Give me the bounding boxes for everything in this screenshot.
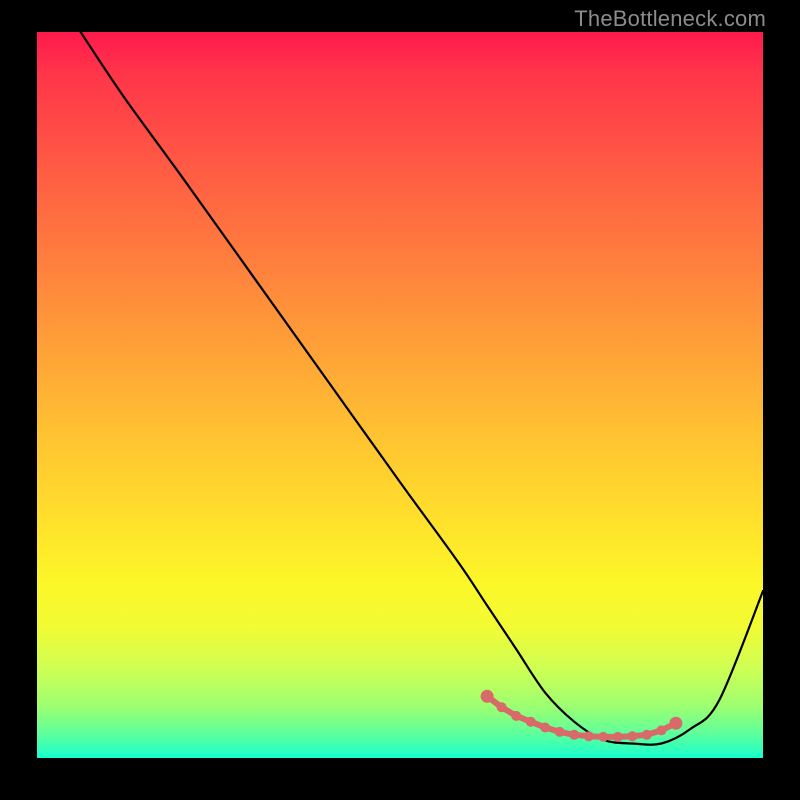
optimal-region-dot [613,732,623,742]
optimal-region-dot [526,717,536,727]
optimal-region-dot [627,731,637,741]
optimal-region-dot [555,727,565,737]
optimal-region-dot [669,717,682,730]
optimal-region-dot [569,730,579,740]
optimal-region-dot [642,730,652,740]
curve-layer [37,32,763,758]
optimal-region-dot [656,725,666,735]
optimal-region-dot [584,731,594,741]
watermark-text: TheBottleneck.com [574,6,766,32]
optimal-region-dot [598,732,608,742]
optimal-region-dot [481,690,494,703]
chart-frame: TheBottleneck.com [0,0,800,800]
plot-area [37,32,763,758]
optimal-region-dot [497,702,507,712]
optimal-region-markers [481,690,683,742]
bottleneck-curve [81,32,763,745]
optimal-region-dot [511,711,521,721]
optimal-region-line [487,696,676,737]
optimal-region-dot [540,723,550,733]
